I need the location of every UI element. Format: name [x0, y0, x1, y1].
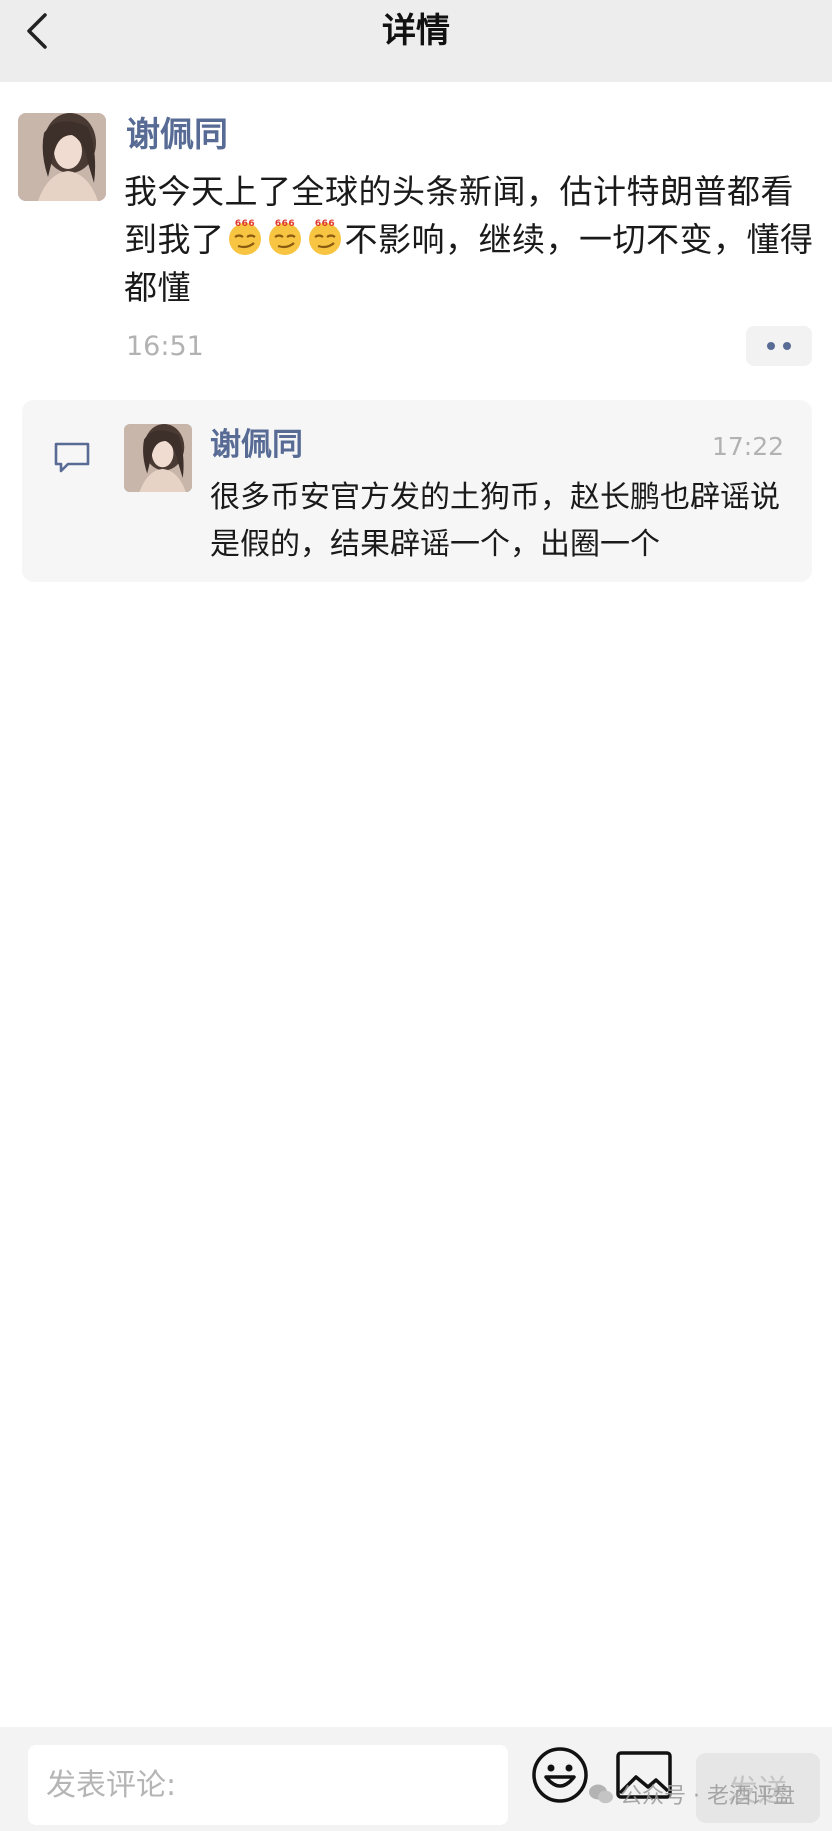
- page-title: 详情: [382, 11, 450, 51]
- emoji-666-label: 666: [314, 219, 334, 229]
- post-timestamp: 16:51: [126, 331, 204, 362]
- comment-timestamp: 17:22: [711, 432, 784, 461]
- smirk-emoji-icon: 666: [265, 217, 305, 255]
- comments-section: 谢佩同 17:22 很多币安官方发的土狗币，赵长鹏也辟谣说是假的，结果辟谣一个，…: [22, 400, 812, 582]
- watermark-text: 公众号 · 老酒评盘: [620, 1784, 795, 1809]
- post-text: 我今天上了全球的头条新闻，估计特朗普都看到我了 666 666 666 不影响，继续，一…: [124, 168, 814, 312]
- more-dots-icon: [767, 342, 775, 350]
- more-actions-button[interactable]: [746, 326, 812, 366]
- post-author-name[interactable]: 谢佩同: [126, 112, 228, 158]
- detail-page: 详情 谢佩同 我今天上了全球的头条新闻，估计特朗普都看到我了 666 666 666 不…: [0, 0, 832, 1831]
- smiley-icon[interactable]: [530, 1745, 590, 1805]
- smirk-emoji-icon: 666: [225, 217, 265, 255]
- more-dots-icon: [783, 342, 791, 350]
- top-bar: 详情: [0, 0, 832, 82]
- avatar[interactable]: [18, 113, 106, 201]
- watermark: 公众号 · 老酒评盘: [588, 1774, 795, 1814]
- comment-bubble-icon: [54, 442, 90, 473]
- smirk-emoji-icon: 666: [305, 217, 345, 255]
- comment-author-name[interactable]: 谢佩同: [210, 424, 303, 466]
- avatar-photo: [124, 424, 192, 492]
- emoji-666-label: 666: [234, 219, 254, 229]
- comment-input[interactable]: [28, 1745, 508, 1825]
- avatar-photo: [18, 113, 106, 201]
- wechat-icon: [589, 1784, 613, 1804]
- comment-text[interactable]: 很多币安官方发的土狗币，赵长鹏也辟谣说是假的，结果辟谣一个，出圈一个: [210, 474, 780, 568]
- emoji-666-label: 666: [274, 219, 294, 229]
- comment-avatar[interactable]: [124, 424, 192, 492]
